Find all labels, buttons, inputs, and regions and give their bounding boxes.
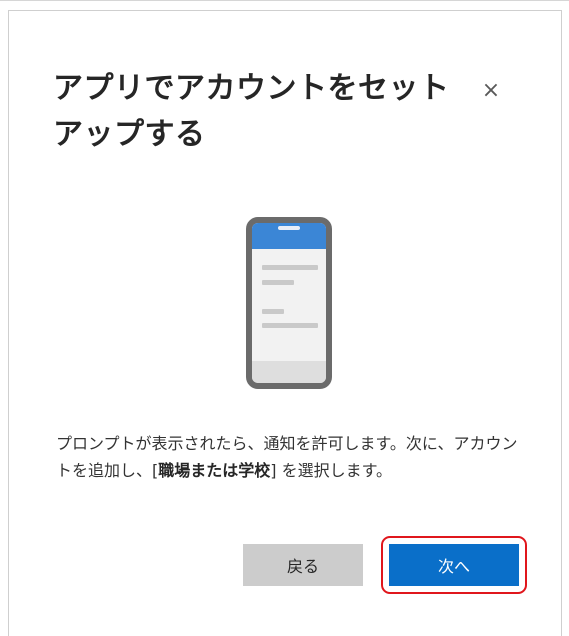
instruction-text: プロンプトが表示されたら、通知を許可します。次に、アカウントを追加し、[職場また… [56,430,526,484]
close-icon[interactable]: × [477,76,505,104]
phone-screen-footer [252,361,326,383]
phone-icon [246,217,332,389]
phone-content-line [262,323,318,328]
instruction-text-after: ] を選択します。 [270,461,392,480]
phone-content-line [262,265,318,270]
instruction-text-bold: 職場または学校 [158,461,271,480]
phone-content-line [262,280,294,285]
next-button[interactable]: 次へ [389,544,519,586]
phone-screen-header [252,223,326,249]
phone-content-line [262,309,284,314]
top-divider [0,0,569,1]
phone-notch [278,226,300,230]
page: アプリでアカウントをセットアップする × プロンプトが表示されたら、通知を許可し… [0,0,569,636]
dialog-title: アプリでアカウントをセットアップする [53,71,450,152]
back-button[interactable]: 戻る [243,544,363,586]
